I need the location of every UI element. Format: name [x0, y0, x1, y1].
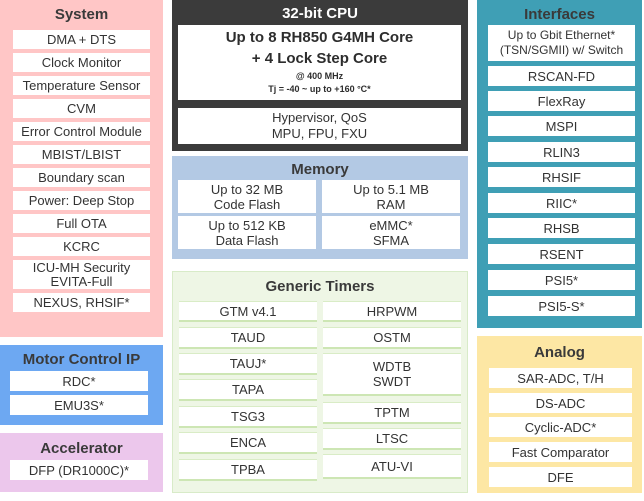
analog-sar-adc: SAR-ADC, T/H: [489, 368, 632, 388]
interfaces-block: Interfaces Up to Gbit Ethernet* (TSN/SGM…: [477, 0, 642, 328]
cpu-block: 32-bit CPU Up to 8 RH850 G4MH Core + 4 L…: [172, 0, 468, 151]
system-item-nexus: NEXUS, RHSIF*: [13, 293, 150, 312]
data-flash-size: Up to 512 KB: [208, 217, 286, 233]
timers-title: Generic Timers: [265, 278, 375, 295]
motor-control-title: Motor Control IP: [22, 351, 141, 368]
cpu-core-box: Up to 8 RH850 G4MH Core + 4 Lock Step Co…: [178, 25, 461, 100]
code-flash-size: Up to 32 MB: [210, 181, 284, 197]
system-item-temperature-sensor: Temperature Sensor: [13, 76, 150, 95]
cpu-features-line-2: MPU, FPU, FXU: [271, 126, 368, 141]
analog-block: Analog SAR-ADC, T/H DS-ADC Cyclic-ADC* F…: [477, 336, 642, 493]
system-item-power: Power: Deep Stop: [13, 191, 150, 210]
interface-psi5-s: PSI5-S*: [488, 296, 635, 316]
ram-label: RAM: [376, 196, 406, 212]
interface-ethernet: Up to Gbit Ethernet* (TSN/SGMII) w/ Swit…: [488, 25, 635, 61]
accelerator-block: Accelerator DFP (DR1000C)*: [0, 433, 163, 492]
generic-timers-block: Generic Timers GTM v4.1 TAUD TAUJ* TAPA …: [172, 271, 468, 493]
timer-ltsc: LTSC: [323, 428, 461, 450]
system-item-icu-security: ICU-MH Security EVITA-Full: [13, 260, 150, 289]
system-item-kcrc: KCRC: [13, 237, 150, 256]
motor-control-block: Motor Control IP RDC* EMU3S*: [0, 345, 163, 425]
memory-item-data-flash: Up to 512 KB Data Flash: [178, 216, 316, 249]
memory-block: Memory Up to 32 MB Code Flash Up to 5.1 …: [172, 156, 468, 259]
interface-rhsb: RHSB: [488, 218, 635, 238]
memory-item-code-flash: Up to 32 MB Code Flash: [178, 180, 316, 213]
timer-tsg3: TSG3: [179, 406, 317, 428]
motor-item-emu3s: EMU3S*: [10, 395, 148, 415]
interface-rhsif: RHSIF: [488, 167, 635, 187]
interface-flexray: FlexRay: [488, 91, 635, 111]
system-item-dma: DMA + DTS: [13, 30, 150, 49]
ethernet-line-1: Up to Gbit Ethernet*: [507, 28, 616, 42]
cpu-title: 32-bit CPU: [282, 5, 358, 22]
interface-rsent: RSENT: [488, 244, 635, 264]
timer-enca: ENCA: [179, 432, 317, 454]
code-flash-label: Code Flash: [213, 196, 281, 212]
ethernet-line-2: (TSN/SGMII) w/ Switch: [499, 43, 624, 57]
ram-size: Up to 5.1 MB: [353, 181, 429, 197]
interface-rlin3: RLIN3: [488, 142, 635, 162]
memory-item-ram: Up to 5.1 MB RAM: [322, 180, 460, 213]
cpu-core-line-2: + 4 Lock Step Core: [251, 50, 388, 67]
interface-rscan-fd: RSCAN-FD: [488, 66, 635, 86]
motor-item-rdc: RDC*: [10, 371, 148, 391]
timer-tauj: TAUJ*: [179, 353, 317, 375]
timer-ostm: OSTM: [323, 327, 461, 349]
timer-hrpwm: HRPWM: [323, 301, 461, 322]
memory-item-emmc: eMMC* SFMA: [322, 216, 460, 249]
timer-wdtb-swdt: WDTB SWDT: [323, 353, 461, 396]
interface-mspi: MSPI: [488, 116, 635, 136]
cpu-core-line-1: Up to 8 RH850 G4MH Core: [225, 29, 414, 46]
emmc-label: eMMC*: [369, 217, 413, 233]
interfaces-title: Interfaces: [524, 6, 595, 23]
cpu-features-box: Hypervisor, QoS MPU, FPU, FXU: [178, 108, 461, 144]
timer-tptm: TPTM: [323, 402, 461, 424]
system-item-clock-monitor: Clock Monitor: [13, 53, 150, 72]
memory-title: Memory: [291, 161, 349, 178]
system-item-full-ota: Full OTA: [13, 214, 150, 233]
analog-fast-comparator: Fast Comparator: [489, 442, 632, 462]
data-flash-label: Data Flash: [215, 232, 279, 248]
analog-dfe: DFE: [489, 467, 632, 487]
system-title: System: [54, 6, 109, 23]
cpu-temperature: Tj = -40 ~ up to +160 °C*: [268, 84, 371, 94]
timer-taud: TAUD: [179, 327, 317, 349]
timer-tpba: TPBA: [179, 459, 317, 481]
system-item-error-control: Error Control Module: [13, 122, 150, 141]
timer-atu-vi: ATU-VI: [323, 454, 461, 479]
accelerator-title: Accelerator: [40, 440, 123, 457]
cpu-frequency: @ 400 MHz: [295, 71, 344, 81]
icu-line-1: ICU-MH Security: [32, 259, 131, 275]
system-item-boundary-scan: Boundary scan: [13, 168, 150, 187]
system-item-mbist: MBIST/LBIST: [13, 145, 150, 164]
cpu-features-line-1: Hypervisor, QoS: [272, 110, 367, 125]
swdt-label: SWDT: [372, 374, 412, 389]
interface-riic: RIIC*: [488, 193, 635, 213]
accelerator-item-dfp: DFP (DR1000C)*: [10, 460, 148, 480]
sfma-label: SFMA: [372, 232, 410, 248]
analog-ds-adc: DS-ADC: [489, 393, 632, 413]
system-item-cvm: CVM: [13, 99, 150, 118]
analog-cyclic-adc: Cyclic-ADC*: [489, 417, 632, 437]
icu-line-2: EVITA-Full: [50, 273, 113, 289]
system-block: System DMA + DTS Clock Monitor Temperatu…: [0, 0, 163, 337]
timer-gtm: GTM v4.1: [179, 301, 317, 322]
analog-title: Analog: [534, 344, 585, 361]
interface-psi5: PSI5*: [488, 270, 635, 290]
wdtb-label: WDTB: [372, 359, 412, 374]
timer-tapa: TAPA: [179, 379, 317, 401]
